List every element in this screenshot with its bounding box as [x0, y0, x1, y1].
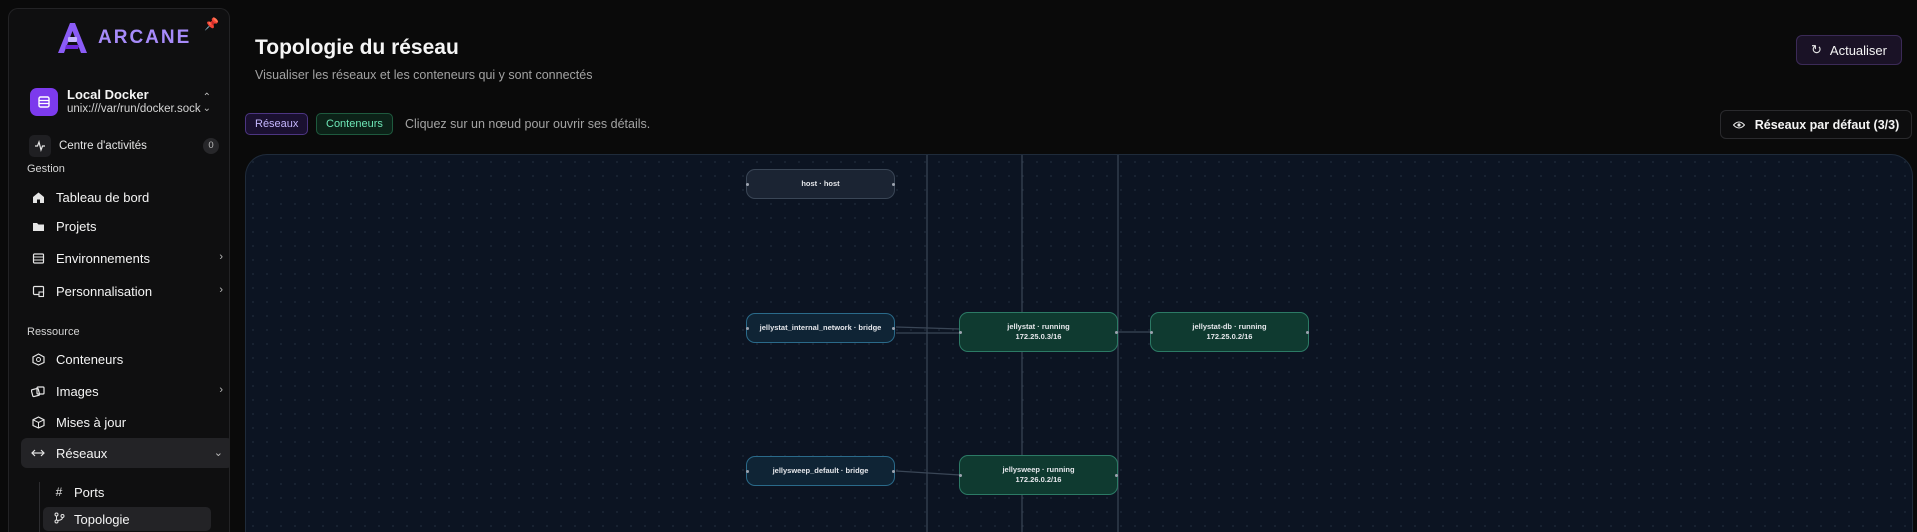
folder-icon — [30, 218, 46, 234]
app-root: ARCANE 📌 Local Docker unix:///var/run/do… — [0, 0, 1917, 532]
pin-icon[interactable]: 📌 — [204, 17, 219, 31]
sidebar-item-label: Images — [56, 383, 99, 399]
handle-dot — [746, 326, 749, 330]
sidebar-item-label: Projets — [56, 218, 97, 234]
handle-dot — [1150, 330, 1153, 334]
handle-dot — [959, 473, 962, 477]
node-label: jellysweep_default · bridge — [772, 466, 869, 475]
handle-dot — [892, 182, 895, 186]
package-icon — [30, 414, 46, 430]
chevron-right-icon: › — [219, 384, 223, 396]
chevron-right-icon: › — [219, 251, 223, 263]
sidebar-item-images[interactable]: Images › — [21, 376, 229, 406]
handle-dot — [746, 182, 749, 186]
handle-dot — [892, 469, 895, 473]
handle-dot — [1115, 473, 1118, 477]
refresh-label: Actualiser — [1829, 42, 1887, 58]
sidebar-item-label: Tableau de bord — [56, 189, 150, 205]
node-ip: 172.26.0.2/16 — [1015, 475, 1062, 484]
hash-icon: # — [55, 485, 63, 499]
sidebar-item-projects[interactable]: Projets — [21, 211, 229, 241]
sidebar-item-containers[interactable]: Conteneurs — [21, 344, 229, 374]
environment-socket: unix:///var/run/docker.sock — [67, 103, 201, 115]
server-icon — [30, 88, 58, 116]
environment-switcher[interactable]: Local Docker unix:///var/run/docker.sock… — [19, 77, 223, 127]
refresh-button[interactable]: ↻ Actualiser — [1796, 35, 1902, 65]
chevron-up-down-icon: ⌃ ⌄ — [202, 92, 211, 114]
section-resource-label: Ressource — [27, 326, 80, 338]
sidebar-item-topology[interactable]: Topologie — [43, 507, 211, 531]
chevron-right-icon: › — [219, 284, 223, 296]
sidebar-item-label: Réseaux — [56, 445, 108, 461]
activity-label: Centre d'activités — [59, 140, 147, 152]
arrows-left-right-icon — [30, 445, 46, 461]
container-node-jellystat[interactable]: jellystat · running 172.25.0.3/16 — [959, 312, 1118, 352]
node-ip: 172.25.0.3/16 — [1015, 332, 1062, 341]
page-subtitle: Visualiser les réseaux et les conteneurs… — [255, 68, 593, 82]
container-node-jellystat-db[interactable]: jellystat-db · running 172.25.0.2/16 — [1150, 312, 1309, 352]
environment-name: Local Docker — [67, 87, 149, 102]
refresh-icon: ↻ — [1811, 42, 1822, 57]
sidebar-item-networks[interactable]: Réseaux ⌄ — [21, 438, 229, 468]
legend-chip-containers: Conteneurs — [316, 113, 393, 135]
activity-count-badge: 0 — [203, 138, 219, 154]
section-management-label: Gestion — [27, 163, 65, 175]
arcane-logo-icon — [58, 23, 87, 53]
home-icon — [30, 189, 46, 205]
submenu-guide-line — [39, 482, 40, 532]
node-label: host · host — [801, 179, 840, 188]
node-ip: 172.25.0.2/16 — [1206, 332, 1253, 341]
sidebar-item-updates[interactable]: Mises à jour — [21, 407, 229, 437]
node-label: jellysweep · running — [1002, 465, 1075, 474]
app-logo[interactable]: ARCANE — [54, 21, 191, 55]
network-node-jellystat-internal[interactable]: jellystat_internal_network · bridge — [746, 313, 895, 343]
handle-dot — [892, 326, 895, 330]
node-label: jellystat_internal_network · bridge — [759, 323, 882, 332]
node-label: jellystat · running — [1007, 322, 1070, 331]
sidebar-item-environments[interactable]: Environnements › — [21, 243, 229, 273]
network-node-host[interactable]: host · host — [746, 169, 895, 199]
handle-dot — [1115, 330, 1118, 334]
default-networks-toggle[interactable]: Réseaux par défaut (3/3) — [1720, 110, 1912, 139]
git-branch-icon — [52, 512, 66, 527]
sidebar-item-label: Environnements — [56, 250, 150, 266]
chevron-down-icon: ⌄ — [213, 447, 223, 459]
palette-icon — [30, 283, 46, 299]
canvas-hint: Cliquez sur un nœud pour ouvrir ses déta… — [405, 117, 651, 131]
page-title: Topologie du réseau — [255, 36, 459, 59]
sidebar-item-label: Topologie — [74, 511, 130, 527]
edge-line — [895, 326, 961, 330]
sidebar-item-ports[interactable]: # Ports — [43, 480, 211, 504]
activity-center[interactable]: Centre d'activités 0 — [21, 134, 225, 158]
network-node-jellysweep-default[interactable]: jellysweep_default · bridge — [746, 456, 895, 486]
database-icon — [30, 250, 46, 266]
container-node-jellysweep[interactable]: jellysweep · running 172.26.0.2/16 — [959, 455, 1118, 495]
legend-chip-networks: Réseaux — [245, 113, 309, 135]
handle-dot — [959, 330, 962, 334]
sidebar-item-customization[interactable]: Personnalisation › — [21, 276, 229, 306]
default-networks-label: Réseaux par défaut (3/3) — [1754, 117, 1900, 132]
topology-canvas[interactable]: host · host jellystat_internal_network ·… — [245, 154, 1913, 532]
edge-line — [895, 470, 961, 476]
sidebar: ARCANE 📌 Local Docker unix:///var/run/do… — [8, 8, 230, 532]
node-label: jellystat-db · running — [1192, 322, 1267, 331]
sidebar-item-dashboard[interactable]: Tableau de bord — [21, 182, 229, 212]
sidebar-item-label: Conteneurs — [56, 351, 124, 367]
activity-icon — [29, 135, 51, 157]
eye-icon — [1732, 118, 1745, 132]
brand-name: ARCANE — [98, 27, 192, 48]
container-icon — [30, 351, 46, 367]
sidebar-item-label: Ports — [74, 484, 105, 500]
handle-dot — [746, 469, 749, 473]
images-icon — [30, 383, 46, 399]
sidebar-item-label: Mises à jour — [56, 414, 127, 430]
handle-dot — [1306, 330, 1309, 334]
sidebar-item-label: Personnalisation — [56, 283, 153, 299]
